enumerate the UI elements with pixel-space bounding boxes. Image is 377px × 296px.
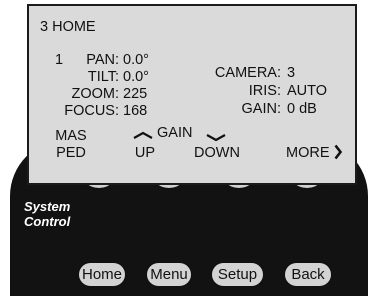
softkey-ped-label: PED <box>56 145 86 161</box>
screen-title: 3 HOME <box>40 19 96 35</box>
gain-value: 0 dB <box>287 101 317 117</box>
tilt-label: TILT: <box>87 69 119 85</box>
tilt-value: 0.0° <box>123 69 149 85</box>
camera-value: 3 <box>287 65 296 81</box>
iris-label: IRIS: <box>248 83 281 99</box>
lcd-screen: 3 HOME 1 PAN: 0.0° TILT: 0.0° ZOOM: 225 … <box>27 4 357 185</box>
softkey-more-label: MORE <box>286 145 330 161</box>
gain-label: GAIN: <box>241 101 281 117</box>
menu-button[interactable]: Menu <box>145 261 193 288</box>
softkey-down-label: DOWN <box>194 145 240 161</box>
chevron-down-icon <box>206 134 226 142</box>
camera-label: CAMERA: <box>214 65 281 81</box>
setup-button[interactable]: Setup <box>210 261 265 288</box>
pan-label: PAN: <box>86 52 119 68</box>
focus-label: FOCUS: <box>64 103 119 119</box>
focus-value: 168 <box>123 103 148 119</box>
zoom-label: ZOOM: <box>71 86 119 102</box>
softkey-mas-label: MAS <box>55 128 87 144</box>
zoom-value: 225 <box>123 86 148 102</box>
home-button[interactable]: Home <box>77 261 127 288</box>
softkey-up-label: UP <box>134 145 156 161</box>
gain-softkey-group-label: GAIN <box>157 125 193 141</box>
iris-value: AUTO <box>287 83 328 99</box>
back-button[interactable]: Back <box>283 261 333 288</box>
brand-label: System Control <box>24 199 71 229</box>
chevron-up-icon <box>133 131 153 139</box>
system-control-device: System Control Home Menu Setup Back 3 HO… <box>0 0 377 296</box>
chevron-right-icon <box>334 144 343 160</box>
pan-value: 0.0° <box>123 52 149 68</box>
